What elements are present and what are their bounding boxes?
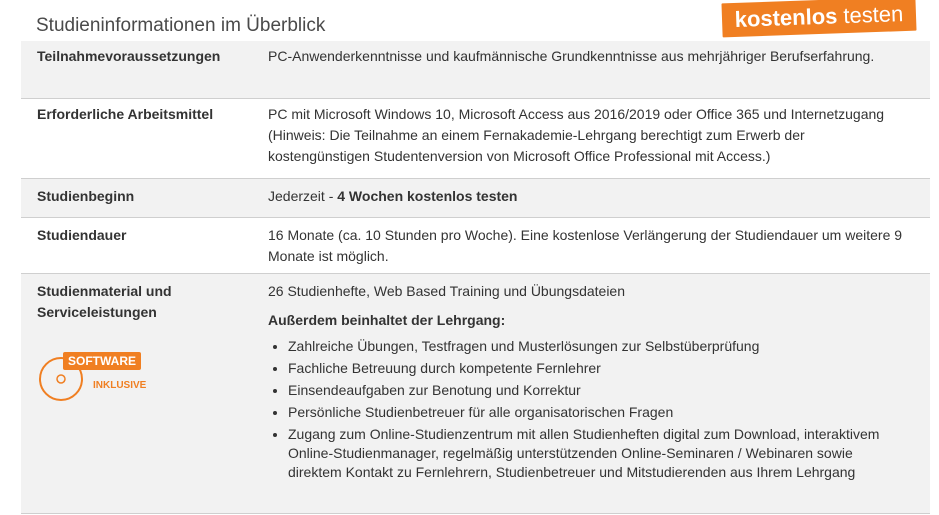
software-label: SOFTWARE <box>63 352 141 370</box>
row-value: PC mit Microsoft Windows 10, Microsoft A… <box>268 106 885 164</box>
cta-label: testen <box>842 1 904 29</box>
material-list: Zahlreiche Übungen, Testfragen und Muste… <box>268 337 910 482</box>
material-subhead: Außerdem beinhaltet der Lehrgang: <box>268 312 506 328</box>
page-title: Studieninformationen im Überblick <box>36 15 326 36</box>
table-row-material: Studienmaterial und Serviceleistungen SO… <box>21 274 930 514</box>
row-value: 26 Studienhefte, Web Based Training und … <box>268 281 930 513</box>
inklusive-label: INKLUSIVE <box>93 380 147 391</box>
list-item: Fachliche Betreuung durch kompetente Fer… <box>288 359 910 378</box>
row-label: Teilnahmevoraussetzungen <box>37 48 221 64</box>
row-label: Studienbeginn <box>37 188 135 204</box>
material-text: 26 Studienhefte, Web Based Training und … <box>268 283 625 299</box>
list-item: Zahlreiche Übungen, Testfragen und Muste… <box>288 337 910 356</box>
cta-bold-label: kostenlos <box>734 3 838 32</box>
info-table: Teilnahmevoraussetzungen PC-Anwenderkenn… <box>21 41 930 514</box>
list-item: Einsendeaufgaben zur Benotung und Korrek… <box>288 381 910 400</box>
start-trial-text: 4 Wochen kostenlos testen <box>337 188 518 204</box>
list-item: Zugang zum Online-Studienzentrum mit all… <box>288 425 910 482</box>
software-badge: SOFTWARE INKLUSIVE <box>37 348 167 408</box>
start-text: Jederzeit - <box>268 188 338 204</box>
row-value: Jederzeit - 4 Wochen kostenlos testen <box>268 186 930 217</box>
row-value: PC-Anwenderkenntnisse und kaufmännische … <box>268 48 875 64</box>
table-row-start: Studienbeginn Jederzeit - 4 Wochen koste… <box>21 179 930 218</box>
row-value: 16 Monate (ca. 10 Stunden pro Woche). Ei… <box>268 227 903 264</box>
list-item: Persönliche Studienbetreuer für alle org… <box>288 403 910 422</box>
row-label: Studienmaterial und Serviceleistungen <box>37 283 172 320</box>
table-row-requirements: Teilnahmevoraussetzungen PC-Anwenderkenn… <box>21 41 930 99</box>
row-label: Erforderliche Arbeitsmittel <box>37 106 214 122</box>
free-trial-button[interactable]: kostenlos testen <box>721 0 917 38</box>
row-label: Studiendauer <box>37 227 127 243</box>
row-label-wrap: Studienmaterial und Serviceleistungen SO… <box>21 281 268 513</box>
table-row-tools: Erforderliche Arbeitsmittel PC mit Micro… <box>21 99 930 179</box>
table-row-duration: Studiendauer 16 Monate (ca. 10 Stunden p… <box>21 218 930 274</box>
